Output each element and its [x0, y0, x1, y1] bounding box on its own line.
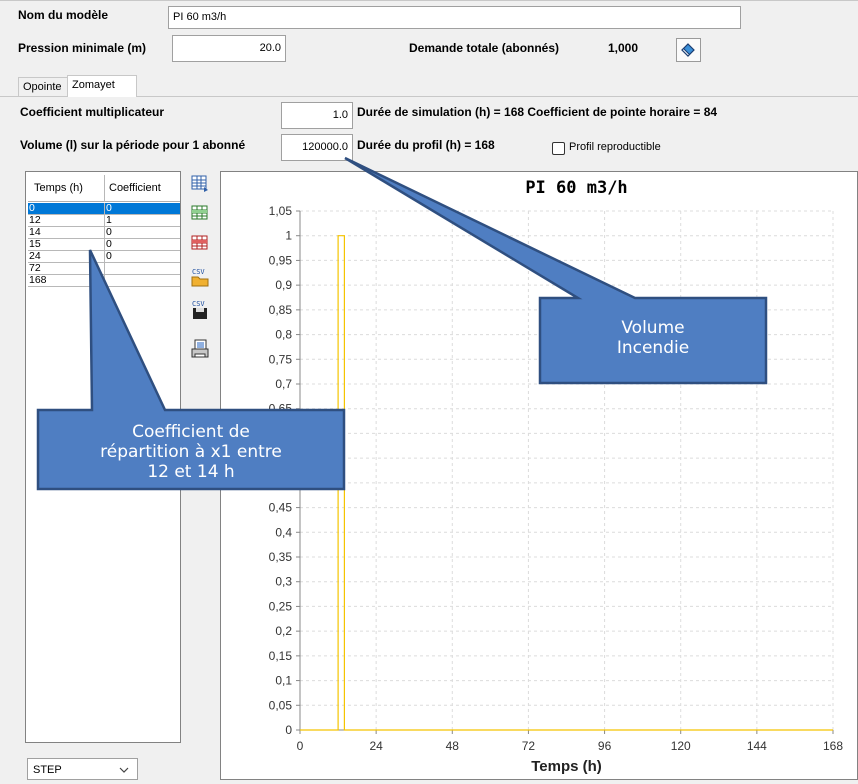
x-axis-label: Temps (h) — [531, 758, 602, 775]
y-tick-label: 0,15 — [269, 649, 293, 663]
min-pressure-label: Pression minimale (m) — [18, 41, 146, 55]
model-name-field[interactable]: PI 60 m3/h — [168, 6, 741, 29]
callout-coefficient-text: Coefficient de répartition à x1 entre 12… — [38, 422, 344, 482]
cell-coefficient[interactable]: 0 — [106, 203, 112, 214]
y-tick-label: 1 — [285, 229, 292, 243]
cell-time[interactable]: 14 — [29, 227, 41, 238]
y-tick-label: 0,05 — [269, 698, 293, 712]
coef-field[interactable]: 1.0 — [281, 102, 353, 129]
profile-duration-text: Durée du profil (h) = 168 — [357, 138, 495, 152]
reproducible-label: Profil reproductible — [569, 141, 661, 153]
min-pressure-field[interactable]: 20.0 — [172, 35, 286, 62]
reproducible-checkbox[interactable] — [552, 142, 565, 155]
x-tick-label: 0 — [297, 739, 304, 753]
cell-separator — [104, 215, 105, 227]
y-tick-label: 0,7 — [275, 377, 292, 391]
cell-time[interactable]: 168 — [29, 275, 47, 286]
y-tick-label: 0,8 — [275, 328, 292, 342]
cell-coefficient[interactable]: 0 — [106, 251, 112, 262]
tab-opointe-label: Opointe — [23, 81, 62, 93]
cell-separator — [104, 251, 105, 263]
svg-text:CSV: CSV — [192, 300, 205, 308]
y-tick-label: 0,25 — [269, 599, 293, 613]
x-tick-label: 144 — [747, 739, 767, 753]
table-row[interactable]: 72 — [28, 263, 180, 275]
table-row[interactable]: 12 1 — [28, 215, 180, 227]
tab-zomayet-label: Zomayet — [72, 79, 115, 91]
csv-export-icon: CSV — [190, 298, 210, 320]
x-tick-label: 120 — [671, 739, 691, 753]
cell-coefficient[interactable]: 1 — [106, 215, 112, 226]
table-row[interactable]: 00 — [28, 203, 180, 215]
table-row[interactable]: 15 0 — [28, 239, 180, 251]
x-tick-label: 96 — [598, 739, 612, 753]
y-tick-label: 0,35 — [269, 550, 293, 564]
cell-time[interactable]: 72 — [29, 263, 41, 274]
x-tick-label: 48 — [446, 739, 460, 753]
eraser-icon — [677, 39, 700, 61]
total-demand-label: Demande totale (abonnés) — [409, 41, 559, 55]
cell-separator — [104, 239, 105, 251]
interpolation-select[interactable]: STEP — [27, 758, 138, 780]
cell-coefficient[interactable]: 0 — [106, 239, 112, 250]
volume-label: Volume (l) sur la période pour 1 abonné — [20, 138, 245, 152]
y-tick-label: 0,75 — [269, 352, 293, 366]
print-icon — [190, 338, 210, 360]
x-tick-label: 24 — [369, 739, 383, 753]
table-add-button[interactable] — [190, 173, 210, 193]
callout-volume-text: Volume Incendie — [540, 318, 766, 358]
model-name-label: Nom du modèle — [18, 8, 108, 22]
coef-label: Coefficient multiplicateur — [20, 105, 164, 119]
table-delete-button[interactable] — [190, 233, 210, 253]
table-row[interactable]: 24 0 — [28, 251, 180, 263]
csv-import-button[interactable]: CSV — [190, 266, 210, 286]
total-demand-value: 1,000 — [608, 41, 638, 55]
cell-time[interactable]: 12 — [29, 215, 41, 226]
sim-duration-text: Durée de simulation (h) = 168 Coefficien… — [357, 105, 717, 119]
table-insert-icon — [190, 203, 210, 223]
cell-separator — [104, 275, 105, 287]
x-tick-label: 168 — [823, 739, 843, 753]
chart-title: PI 60 m3/h — [525, 178, 627, 198]
eraser-button[interactable] — [676, 38, 701, 62]
cell-separator — [104, 227, 105, 239]
header-sep — [104, 175, 105, 202]
cell-separator — [104, 203, 105, 215]
table-add-icon — [190, 173, 210, 193]
cell-time[interactable]: 24 — [29, 251, 41, 262]
print-button[interactable] — [190, 338, 210, 358]
cell-separator — [104, 263, 105, 275]
csv-import-icon: CSV — [190, 266, 210, 288]
top-divider — [0, 0, 858, 1]
cell-time[interactable]: 0 — [29, 203, 35, 214]
y-tick-label: 1,05 — [269, 204, 293, 218]
cell-time[interactable]: 15 — [29, 239, 41, 250]
table-row[interactable]: 14 0 — [28, 227, 180, 239]
y-tick-label: 0,95 — [269, 253, 293, 267]
y-tick-label: 0 — [285, 723, 292, 737]
volume-field[interactable]: 120000.0 — [281, 134, 353, 161]
y-tick-label: 0,2 — [275, 624, 292, 638]
table-row[interactable]: 168 — [28, 275, 180, 287]
col-header-time[interactable]: Temps (h) — [34, 182, 83, 194]
tab-zomayet[interactable]: Zomayet — [67, 75, 137, 97]
svg-text:CSV: CSV — [192, 268, 205, 276]
y-tick-label: 0,85 — [269, 303, 293, 317]
cell-coefficient[interactable]: 0 — [106, 227, 112, 238]
y-tick-label: 0,45 — [269, 501, 293, 515]
y-tick-label: 0,3 — [275, 575, 292, 589]
table-delete-icon — [190, 233, 210, 253]
y-tick-label: 0,1 — [275, 674, 292, 688]
table-insert-button[interactable] — [190, 203, 210, 223]
y-tick-label: 0,9 — [275, 278, 292, 292]
y-tick-label: 0,4 — [275, 525, 292, 539]
csv-export-button[interactable]: CSV — [190, 298, 210, 318]
col-header-coef[interactable]: Coefficient — [109, 182, 161, 194]
tab-opointe[interactable]: Opointe — [18, 77, 68, 96]
chevron-down-icon — [119, 766, 129, 774]
interpolation-value: STEP — [33, 764, 62, 776]
y-tick-label: 0,65 — [269, 402, 293, 416]
table-header: Temps (h) Coefficient — [28, 175, 180, 202]
x-tick-label: 72 — [522, 739, 536, 753]
